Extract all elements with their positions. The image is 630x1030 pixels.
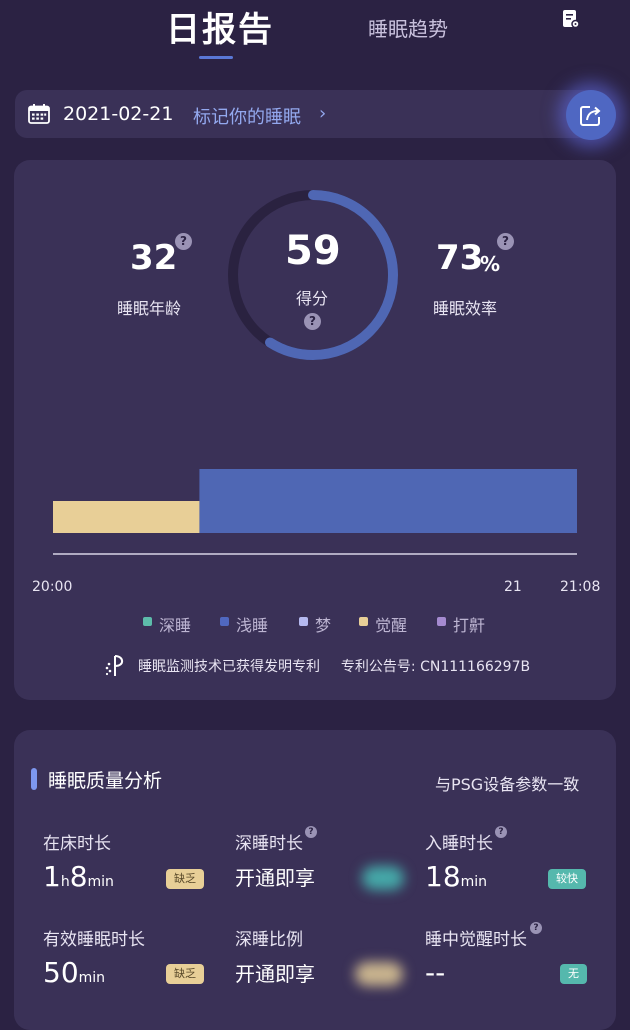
score-ring: [228, 190, 398, 360]
legend-snore-swatch: [437, 617, 446, 626]
calendar-icon[interactable]: [28, 104, 50, 124]
legend-dream: 梦: [315, 616, 332, 635]
chevron-right-icon[interactable]: ›: [319, 103, 326, 124]
sleep-stage-chart: [53, 469, 578, 555]
legend-awake: 觉醒: [375, 616, 408, 635]
efficiency-help-icon[interactable]: ?: [497, 233, 514, 250]
sleep-latency-help-icon[interactable]: ?: [495, 826, 507, 838]
patent-number: 专利公告号: CN111166297B: [340, 659, 531, 675]
tab-sleep-trend[interactable]: 睡眠趋势: [368, 13, 448, 42]
deep-sleep-duration-label: 深睡时长: [235, 834, 303, 854]
deep-sleep-ratio-unlock[interactable]: 开通即享: [235, 958, 315, 987]
wake-during-sleep-value: --: [425, 956, 446, 989]
score-label: 得分: [296, 289, 329, 308]
legend-snore: 打鼾: [453, 616, 486, 635]
time-in-bed-label: 在床时长: [43, 834, 111, 854]
x-tick-end: 21:08: [560, 579, 601, 595]
efficiency-value: 73: [436, 238, 484, 278]
effective-sleep-badge: 缺乏: [166, 964, 204, 984]
stage-segment-1: [199, 469, 578, 533]
report-settings-icon[interactable]: [562, 9, 580, 29]
blurred-badge: [355, 962, 403, 986]
score-value: 59: [285, 228, 341, 274]
sleep-age-help-icon[interactable]: ?: [175, 233, 192, 250]
legend-light-swatch: [220, 617, 229, 626]
effective-sleep-value: 50min: [43, 956, 106, 989]
share-icon: [580, 106, 601, 126]
time-in-bed-badge: 缺乏: [166, 869, 204, 889]
legend-dream-swatch: [299, 617, 308, 626]
legend-deep-sleep: 深睡: [159, 616, 192, 635]
wake-during-sleep-label: 睡中觉醒时长: [425, 930, 527, 950]
legend-deep-swatch: [143, 617, 152, 626]
efficiency-label: 睡眠效率: [433, 299, 498, 318]
deep-sleep-duration-unlock[interactable]: 开通即享: [235, 862, 315, 891]
sleep-latency-badge: 较快: [548, 869, 586, 889]
deep-sleep-duration-help-icon[interactable]: ?: [305, 826, 317, 838]
legend-awake-swatch: [359, 617, 368, 626]
x-tick-mid: 21: [504, 579, 522, 595]
active-tab-indicator: [199, 56, 233, 59]
sleep-latency-value: 18min: [425, 860, 488, 893]
score-help-icon[interactable]: ?: [304, 313, 321, 330]
wake-during-sleep-help-icon[interactable]: ?: [530, 922, 542, 934]
sleep-age-value: 32: [130, 238, 178, 278]
report-date[interactable]: 2021-02-21: [63, 103, 173, 125]
x-tick-start: 20:00: [32, 579, 73, 595]
share-button[interactable]: [566, 90, 616, 140]
wake-during-sleep-badge: 无: [560, 964, 587, 984]
stage-segment-0: [53, 501, 200, 533]
psg-consistency-note[interactable]: 与PSG设备参数一致: [435, 771, 579, 795]
deep-sleep-ratio-label: 深睡比例: [235, 930, 303, 950]
effective-sleep-label: 有效睡眠时长: [43, 930, 145, 950]
section-title: 睡眠质量分析: [48, 770, 163, 792]
mark-sleep-link[interactable]: 标记你的睡眠: [193, 103, 301, 129]
tab-daily-report[interactable]: 日报告: [166, 2, 274, 51]
patent-notice: 睡眠监测技术已获得发明专利 专利公告号: CN111166297B: [138, 656, 530, 676]
legend-light-sleep: 浅睡: [236, 616, 269, 635]
sleep-age-label: 睡眠年龄: [117, 299, 182, 318]
sleep-latency-label: 入睡时长: [425, 834, 493, 854]
time-in-bed-value: 1h8min: [43, 860, 114, 893]
patent-statement: 睡眠监测技术已获得发明专利: [138, 659, 320, 675]
blurred-badge: [362, 866, 404, 890]
efficiency-unit: %: [480, 252, 501, 276]
section-accent-bar: [31, 768, 37, 790]
patent-logo-icon: [105, 655, 124, 676]
